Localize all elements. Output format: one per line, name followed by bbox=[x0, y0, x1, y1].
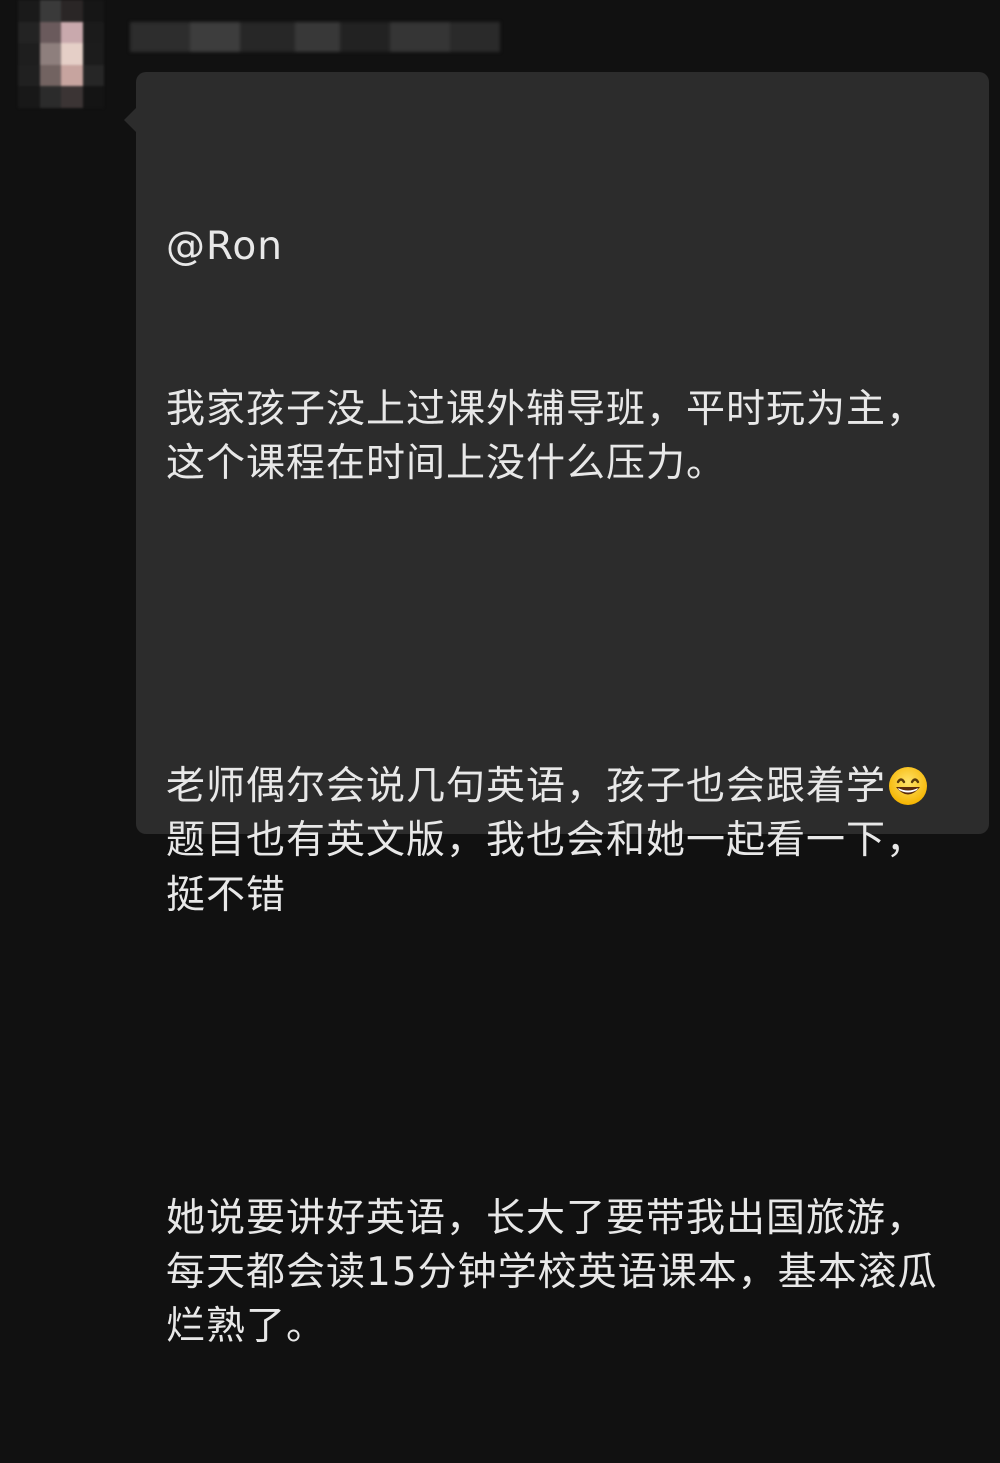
sender-name-obscured bbox=[130, 22, 530, 52]
message-paragraph-2: 老师偶尔会说几句英语，孩子也会跟着学 题目也有英文版，我也会和她一起看一下，挺不… bbox=[166, 760, 959, 923]
mention-tag[interactable]: @Ron bbox=[166, 220, 959, 274]
message-paragraph-2-part-2: 题目也有英文版，我也会和她一起看一下，挺不错 bbox=[166, 818, 927, 918]
bubble-tail bbox=[124, 108, 136, 132]
message-text: @Ron 我家孩子没上过课外辅导班，平时玩为主，这个课程在时间上没什么压力。 老… bbox=[166, 112, 959, 1463]
message-paragraph-2-part-1: 老师偶尔会说几句英语，孩子也会跟着学 bbox=[166, 764, 887, 810]
grinning-face-emoji-icon bbox=[889, 767, 928, 806]
message-paragraph-1: 我家孩子没上过课外辅导班，平时玩为主，这个课程在时间上没什么压力。 bbox=[166, 387, 927, 487]
message-paragraph-3: 她说要讲好英语，长大了要带我出国旅游，每天都会读15分钟学校英语课本，基本滚瓜烂… bbox=[166, 1195, 938, 1350]
message-bubble[interactable]: @Ron 我家孩子没上过课外辅导班，平时玩为主，这个课程在时间上没什么压力。 老… bbox=[136, 72, 989, 1349]
sender-avatar[interactable] bbox=[18, 0, 104, 108]
